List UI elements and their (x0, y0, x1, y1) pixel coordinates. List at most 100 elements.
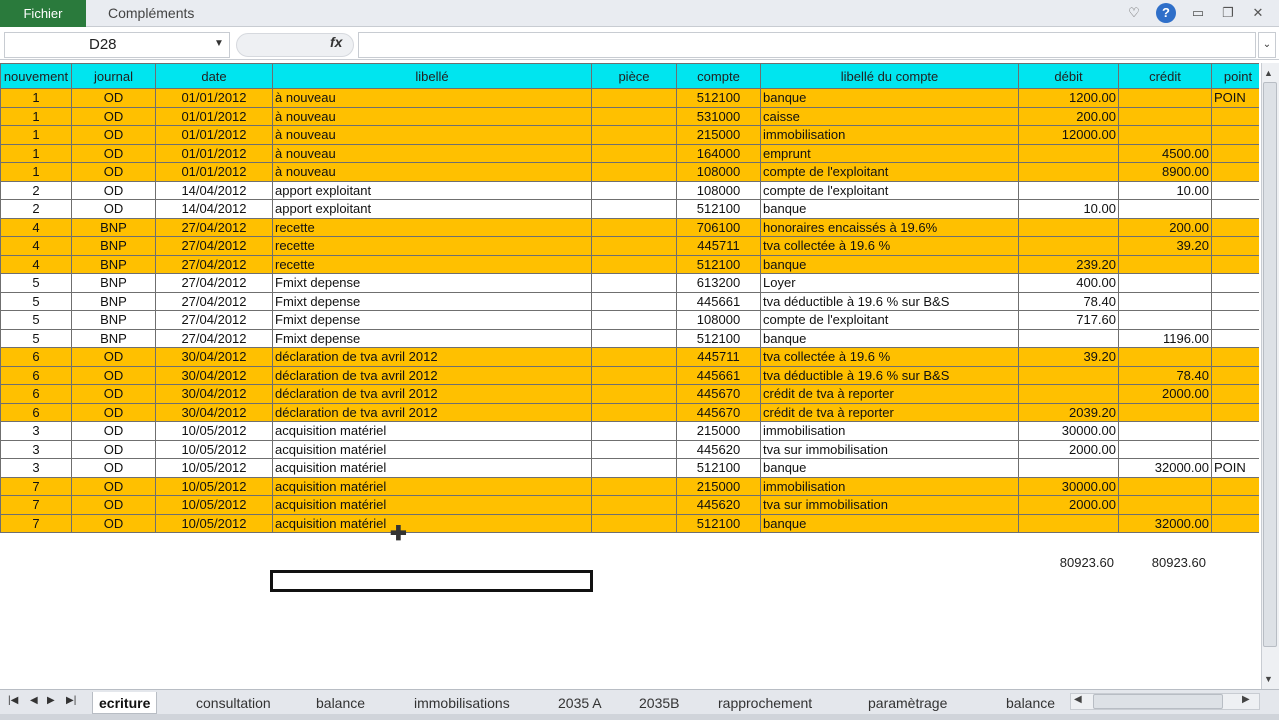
name-box-dropdown-icon[interactable]: ▼ (214, 32, 224, 56)
cell-point[interactable] (1211, 180, 1259, 200)
cell-mouvement[interactable]: 3 (0, 421, 72, 441)
cell-point[interactable] (1211, 125, 1259, 145)
cell-journal[interactable]: OD (71, 421, 156, 441)
cell-journal[interactable]: BNP (71, 328, 156, 348)
cell-compte[interactable]: 512100 (676, 458, 761, 478)
cell-point[interactable] (1211, 291, 1259, 311)
sheet-tab-7[interactable]: paramètrage (862, 692, 953, 714)
sheet-tab-3[interactable]: immobilisations (408, 692, 516, 714)
cell-compte[interactable]: 445711 (676, 236, 761, 256)
cell-credit[interactable] (1118, 106, 1212, 126)
cell-compte[interactable]: 512100 (676, 88, 761, 108)
cell-libelle-compte[interactable]: caisse (760, 106, 1019, 126)
insert-function-icon[interactable]: fx (330, 34, 342, 50)
cell-journal[interactable]: BNP (71, 254, 156, 274)
cell-mouvement[interactable]: 4 (0, 254, 72, 274)
cell-compte[interactable]: 215000 (676, 125, 761, 145)
cell-debit[interactable] (1018, 513, 1119, 533)
formula-expand-icon[interactable]: ⌄ (1258, 32, 1276, 58)
cell-piece[interactable] (591, 236, 677, 256)
cell-mouvement[interactable]: 4 (0, 236, 72, 256)
cell-mouvement[interactable]: 6 (0, 402, 72, 422)
cell-point[interactable] (1211, 273, 1259, 293)
cell-point[interactable] (1211, 402, 1259, 422)
cell-journal[interactable]: BNP (71, 217, 156, 237)
cell-compte[interactable]: 445670 (676, 402, 761, 422)
cell-piece[interactable] (591, 180, 677, 200)
cell-libelle-compte[interactable]: immobilisation (760, 476, 1019, 496)
cell-journal[interactable]: OD (71, 384, 156, 404)
cell-date[interactable]: 10/05/2012 (155, 458, 273, 478)
cell-libelle[interactable]: à nouveau (272, 106, 592, 126)
cell-libelle-compte[interactable]: tva déductible à 19.6 % sur B&S (760, 291, 1019, 311)
cell-debit[interactable]: 2039.20 (1018, 402, 1119, 422)
cell-journal[interactable]: OD (71, 402, 156, 422)
cell-point[interactable] (1211, 217, 1259, 237)
cell-date[interactable]: 30/04/2012 (155, 365, 273, 385)
cell-compte[interactable]: 512100 (676, 513, 761, 533)
cell-date[interactable]: 01/01/2012 (155, 125, 273, 145)
cell-point[interactable] (1211, 254, 1259, 274)
cell-journal[interactable]: OD (71, 106, 156, 126)
cell-libelle-compte[interactable]: tva collectée à 19.6 % (760, 347, 1019, 367)
cell-journal[interactable]: OD (71, 365, 156, 385)
cell-debit[interactable] (1018, 328, 1119, 348)
cell-libelle-compte[interactable]: tva déductible à 19.6 % sur B&S (760, 365, 1019, 385)
cell-credit[interactable] (1118, 439, 1212, 459)
cell-debit[interactable]: 78.40 (1018, 291, 1119, 311)
cell-date[interactable]: 27/04/2012 (155, 217, 273, 237)
cell-credit[interactable] (1118, 291, 1212, 311)
cell-credit[interactable]: 32000.00 (1118, 458, 1212, 478)
cell-debit[interactable]: 1200.00 (1018, 88, 1119, 108)
cell-journal[interactable]: OD (71, 347, 156, 367)
cell-credit[interactable]: 8900.00 (1118, 162, 1212, 182)
cell-debit[interactable] (1018, 162, 1119, 182)
sheet-tab-8[interactable]: balance (1000, 692, 1061, 714)
cell-libelle[interactable]: acquisition matériel (272, 513, 592, 533)
cell-libelle[interactable]: acquisition matériel (272, 458, 592, 478)
cell-debit[interactable]: 30000.00 (1018, 476, 1119, 496)
close-icon[interactable]: ✕ (1248, 3, 1268, 23)
scroll-up-icon[interactable]: ▲ (1264, 68, 1273, 78)
cell-credit[interactable] (1118, 88, 1212, 108)
cell-journal[interactable]: OD (71, 88, 156, 108)
cell-journal[interactable]: OD (71, 162, 156, 182)
cell-libelle-compte[interactable]: banque (760, 328, 1019, 348)
cell-point[interactable] (1211, 365, 1259, 385)
next-sheet-icon[interactable]: ▶ (47, 695, 55, 706)
cell-date[interactable]: 30/04/2012 (155, 402, 273, 422)
cell-libelle[interactable]: Fmixt depense (272, 273, 592, 293)
horizontal-scroll-thumb[interactable] (1093, 694, 1223, 709)
first-sheet-icon[interactable]: |◀ (8, 695, 18, 706)
cell-libelle[interactable]: déclaration de tva avril 2012 (272, 365, 592, 385)
cell-libelle-compte[interactable]: banque (760, 254, 1019, 274)
cell-point[interactable] (1211, 199, 1259, 219)
cell-libelle-compte[interactable]: immobilisation (760, 125, 1019, 145)
worksheet-grid[interactable]: nouvement journal date libellé pièce compte li… (0, 63, 1259, 689)
cell-point[interactable]: POIN (1211, 88, 1259, 108)
cell-piece[interactable] (591, 88, 677, 108)
col-libelle-compte-header[interactable]: libellé du compte (760, 63, 1019, 89)
cell-credit[interactable]: 78.40 (1118, 365, 1212, 385)
cell-debit[interactable]: 239.20 (1018, 254, 1119, 274)
sheet-tab-1[interactable]: consultation (190, 692, 277, 714)
col-debit-header[interactable]: débit (1018, 63, 1119, 89)
cell-piece[interactable] (591, 291, 677, 311)
cell-credit[interactable] (1118, 495, 1212, 515)
cell-date[interactable]: 01/01/2012 (155, 106, 273, 126)
col-point-header[interactable]: point (1211, 63, 1259, 89)
cell-libelle[interactable]: Fmixt depense (272, 291, 592, 311)
cell-mouvement[interactable]: 7 (0, 476, 72, 496)
cell-mouvement[interactable]: 3 (0, 458, 72, 478)
help-icon[interactable]: ? (1156, 3, 1176, 23)
cell-piece[interactable] (591, 254, 677, 274)
cell-compte[interactable]: 108000 (676, 180, 761, 200)
restore-icon[interactable]: ❐ (1218, 3, 1238, 23)
scroll-left-icon[interactable]: ◀ (1074, 694, 1082, 705)
col-credit-header[interactable]: crédit (1118, 63, 1212, 89)
cell-compte[interactable]: 445670 (676, 384, 761, 404)
cell-point[interactable] (1211, 476, 1259, 496)
cell-credit[interactable] (1118, 125, 1212, 145)
scroll-down-icon[interactable]: ▼ (1264, 674, 1273, 684)
cell-credit[interactable] (1118, 402, 1212, 422)
